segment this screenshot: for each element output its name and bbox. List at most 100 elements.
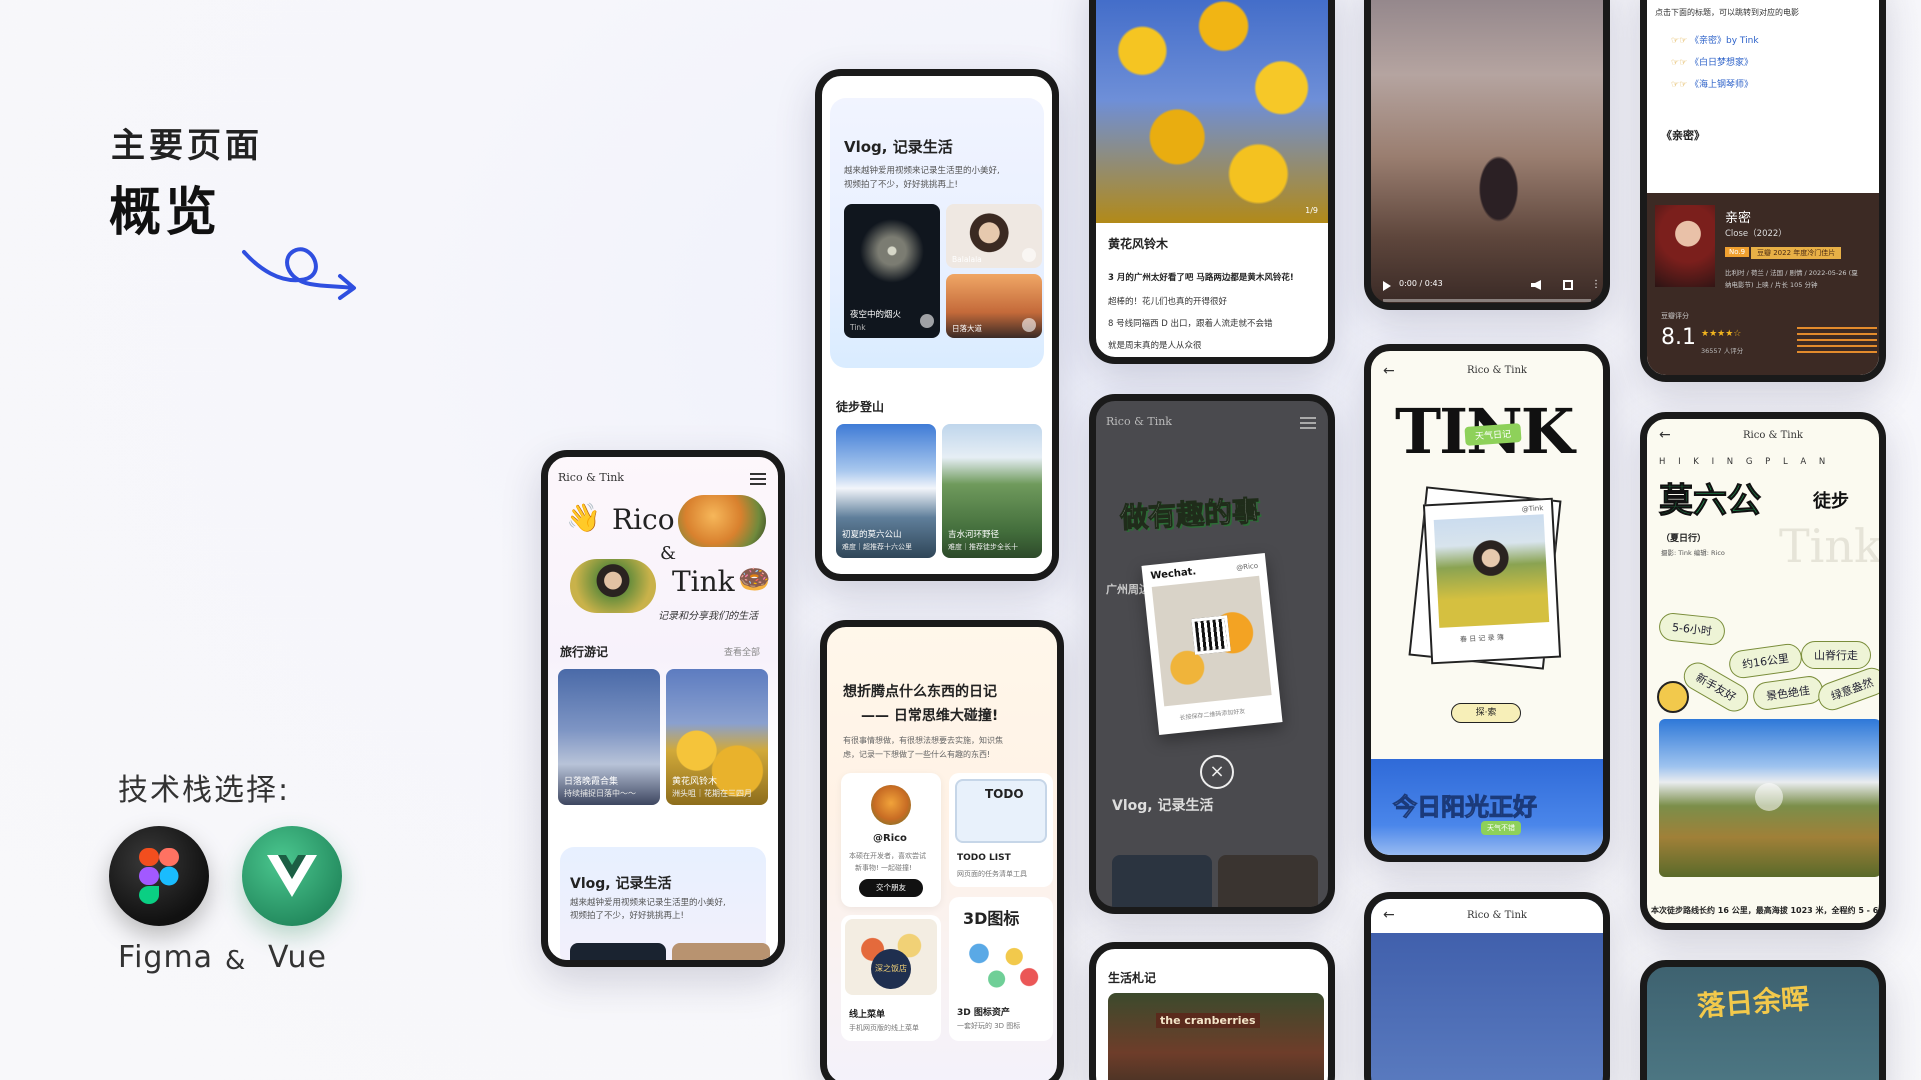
travel-card-sunset[interactable]: 日落晚霞合集 持续捕捉日落中～～ <box>558 669 660 805</box>
rico-card: @Rico 本硕在开发者，喜欢尝试 新事物! 一起碰撞! 交个朋友 <box>841 773 941 907</box>
hero-amp: & <box>660 543 677 564</box>
phone-weather: ← Rico & Tink TINK 天气日记 @Tink 春 日 记 录 簿 … <box>1364 344 1610 862</box>
phone-notes: 想折腾点什么东西的日记 —— 日常思维大碰撞! 有很事情想做，有很想法想要去实施… <box>820 620 1064 1080</box>
back-arrow-icon[interactable]: ← <box>1383 363 1395 379</box>
salad-photo <box>678 495 766 547</box>
todo-card[interactable]: TODO TODO LIST 网页面的任务清单工具 <box>949 773 1053 887</box>
movie-poster[interactable] <box>1655 205 1715 287</box>
phone-vlog: Vlog, 记录生活 越来越钟爱用视频来记录生活里的小美好, 视频拍了不少，好好… <box>815 69 1059 581</box>
hero-rico: Rico <box>612 503 675 536</box>
hike-title: 徒步登山 <box>836 400 885 414</box>
vlog-title: Vlog, 记录生活 <box>844 138 953 156</box>
figma-label: Figma <box>118 940 214 975</box>
movie-link-3[interactable]: ☞☞ 《海上钢琴师》 <box>1671 77 1753 90</box>
rating-value: 8.1 <box>1661 325 1696 350</box>
figma-logo-icon <box>109 826 209 926</box>
more-icon[interactable]: ⋮ <box>1591 279 1601 290</box>
portrait-photo <box>570 559 656 613</box>
phone-qr: Rico & Tink 做有趣的事 广州周边 Wechat. @Rico 长按保… <box>1089 394 1335 914</box>
vlog-desc: 越来越钟爱用视频来记录生活里的小美好, 视频拍了不少，好好挑挑再上! <box>570 898 726 921</box>
hike-name: 莫六公 <box>1659 481 1762 522</box>
travel-title: 旅行游记 <box>560 645 609 659</box>
avatar <box>871 785 911 825</box>
video-sunset-road[interactable]: 日落大道 <box>946 274 1042 338</box>
qr-headline: 做有趣的事 <box>1119 494 1262 535</box>
explore-button[interactable]: 探·索 <box>1451 703 1521 723</box>
close-icon[interactable]: × <box>1200 755 1234 789</box>
wave-hand-icon: 👋 <box>566 501 601 534</box>
weather-badge: 天气不错 <box>1481 821 1521 835</box>
section-subtitle: 主要页面 <box>111 126 263 166</box>
swirl-arrow-icon <box>242 247 356 300</box>
phone-flower: 1/9 黄花风铃木 3 月的广州太好看了吧 马路两边都是黄木风铃花! 超棒的！花… <box>1089 0 1335 364</box>
vlog-thumb-1[interactable] <box>570 943 666 960</box>
hike-card-2[interactable]: 吉水河环野径 难度｜推荐徒步全长十 <box>942 424 1042 558</box>
vue-label: Vue <box>268 940 327 975</box>
movie-link-2[interactable]: ☞☞ 《白日梦想家》 <box>1671 55 1753 68</box>
tag-pill: 山脊行走 <box>1801 641 1871 669</box>
back-arrow-icon[interactable]: ← <box>1383 907 1395 923</box>
polaroid-photo[interactable]: @Tink 春 日 记 录 簿 <box>1422 497 1562 665</box>
back-arrow-icon[interactable]: ← <box>1659 427 1671 443</box>
video-portrait[interactable]: Balalala <box>946 204 1042 268</box>
play-icon[interactable] <box>1383 281 1391 291</box>
post-title: 黄花风铃木 <box>1108 237 1169 251</box>
band-photo[interactable]: the cranberries <box>1108 993 1324 1080</box>
flower-photo: 1/9 <box>1096 0 1328 223</box>
sunset-title: 落日余晖 <box>1696 982 1811 1023</box>
progress-bar[interactable] <box>1383 299 1591 302</box>
hand-pointer-icon: ☞☞ <box>1671 80 1690 90</box>
vlog-thumb-2[interactable] <box>672 943 770 960</box>
hand-pointer-icon: ☞☞ <box>1671 58 1690 68</box>
post-line-2: 超棒的！花儿们也真的开得很好 <box>1108 297 1228 307</box>
tag-pill: 约16公里 <box>1727 642 1804 680</box>
hero-caption: 记录和分享我们的生活 <box>658 611 758 622</box>
hero-tink: Tink <box>672 565 735 598</box>
icons3d-card[interactable]: 3D图标 3D 图标资产 一套好玩的 3D 图标 <box>949 897 1053 1041</box>
travel-card-flower[interactable]: 黄花风铃木 洲头咀｜花期在三四月 <box>666 669 768 805</box>
notes-title-2: —— 日常思维大碰撞! <box>861 708 999 724</box>
play-icon[interactable] <box>1022 248 1036 262</box>
phone-life: 生活札记 the cranberries <box>1089 942 1335 1080</box>
diary-badge: 天气日记 <box>1464 423 1522 446</box>
qr-code-icon <box>1191 615 1231 655</box>
notes-desc-2: 虑，记录一下想做了一些什么有趣的东西! <box>843 750 991 759</box>
notes-title-1: 想折腾点什么东西的日记 <box>843 684 997 700</box>
banner-text: 今日阳光正好 <box>1393 793 1538 822</box>
menu-icon[interactable] <box>750 473 766 485</box>
menu-card[interactable]: 深之饭店 线上菜单 手机网页版的线上菜单 <box>841 915 941 1041</box>
ampersand: & <box>225 946 246 976</box>
see-all-link[interactable]: 查看全部 <box>724 645 760 658</box>
donut-icon: 🍩 <box>738 565 771 595</box>
post-line-3: 8 号线同福西 D 出口，跟着人流走就不会错 <box>1108 319 1273 329</box>
hike-card-1[interactable]: 初夏的莫六公山 难度｜超推荐十六公里 <box>836 424 936 558</box>
tag-pill: 绿意盎然 <box>1814 663 1879 715</box>
menu-icon[interactable] <box>1300 417 1316 429</box>
phone-movie: 点击下面的标题，可以跳转到对应的电影 ☞☞ 《亲密》by Tink ☞☞ 《白日… <box>1640 0 1886 382</box>
play-icon[interactable] <box>1755 783 1783 811</box>
video-fireworks[interactable]: 夜空中的烟火 Tink <box>844 204 940 338</box>
hike-suffix: 徒步 <box>1813 491 1849 512</box>
tag-pill: 5-6小时 <box>1657 611 1727 647</box>
tech-stack-label: 技术栈选择: <box>118 773 291 808</box>
hike-video[interactable] <box>1659 719 1879 877</box>
phone-sky: ← Rico & Tink <box>1364 892 1610 1080</box>
phone-home: Rico & Tink 👋 Rico & Tink 🍩 记录和分享我们的生活 旅… <box>541 450 785 967</box>
play-icon[interactable] <box>1022 318 1036 332</box>
add-friend-button[interactable]: 交个朋友 <box>859 879 923 897</box>
street-video[interactable] <box>1371 0 1603 303</box>
hand-pointer-icon: ☞☞ <box>1671 36 1690 46</box>
fullscreen-icon[interactable] <box>1563 280 1573 290</box>
notes-desc-1: 有很事情想做，有很想法想要去实施，知识焦 <box>843 736 1003 745</box>
page-title: 概览 <box>109 183 222 243</box>
movie-link-1[interactable]: ☞☞ 《亲密》by Tink <box>1671 33 1759 46</box>
phone-hike: ← Rico & Tink H I K I N G P L A N 莫六公 徒步… <box>1640 412 1886 930</box>
rating-bars <box>1797 327 1877 357</box>
vlog-desc-2: 视频拍了不少，好好挑挑再上! <box>844 180 958 190</box>
phone-video: 0:00 / 0:43 ⋮ <box>1364 0 1610 310</box>
play-icon[interactable] <box>920 314 934 328</box>
menu-badge: 深之饭店 <box>871 949 911 989</box>
phone-sunset: 落日余晖 <box>1640 960 1886 1080</box>
life-title: 生活札记 <box>1108 971 1157 985</box>
post-line-4: 就是周末真的是人从众很 <box>1108 341 1202 351</box>
